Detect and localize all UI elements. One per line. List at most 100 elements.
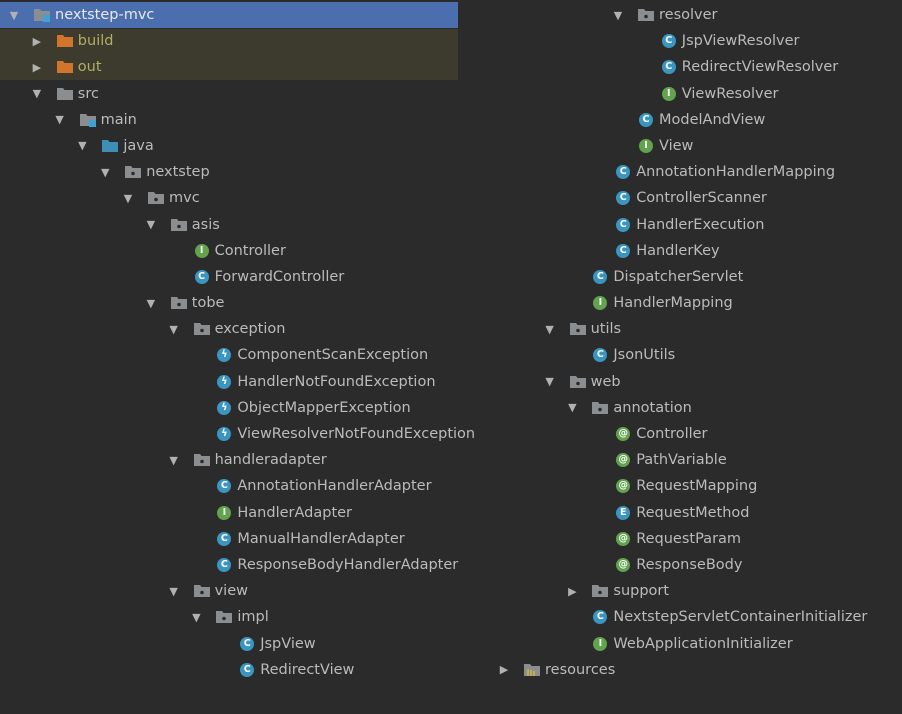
tree-node-requestmapping[interactable]: @ RequestMapping bbox=[490, 473, 902, 499]
tree-node-objectmapperexception[interactable]: ϟ ObjectMapperException bbox=[0, 395, 458, 421]
expand-arrow-icon[interactable]: ▼ bbox=[98, 159, 112, 185]
expand-arrow-icon[interactable]: ▼ bbox=[121, 185, 135, 211]
tree-node-viewresolver[interactable]: I ViewResolver bbox=[490, 81, 902, 107]
tree-node-requestparam[interactable]: @ RequestParam bbox=[490, 526, 902, 552]
tree-node-responsebodyhandleradapter[interactable]: C ResponseBodyHandlerAdapter bbox=[0, 552, 458, 578]
tree-node-exception[interactable]: ▼ exception bbox=[0, 316, 458, 342]
tree-node-viewresolvernotfoundexception[interactable]: ϟ ViewResolverNotFoundException bbox=[0, 421, 475, 447]
tree-node-src[interactable]: ▼ src bbox=[0, 81, 458, 107]
collapse-arrow-icon[interactable]: ▶ bbox=[565, 578, 579, 604]
tree-node-utils[interactable]: ▼ utils bbox=[490, 316, 902, 342]
expand-arrow-icon[interactable]: ▼ bbox=[167, 447, 181, 473]
tree-node-handlernotfoundexception[interactable]: ϟ HandlerNotFoundException bbox=[0, 369, 458, 395]
expand-arrow-icon[interactable]: ▼ bbox=[565, 395, 579, 421]
tree-node-handlerexecution[interactable]: C HandlerExecution bbox=[490, 212, 902, 238]
tree-node-tobe[interactable]: ▼ tobe bbox=[0, 290, 458, 316]
tree-node-label: resources bbox=[545, 661, 616, 678]
expand-arrow-icon[interactable]: ▼ bbox=[75, 133, 89, 159]
interface-icon: I bbox=[591, 294, 609, 312]
tree-node-view[interactable]: ▼ view bbox=[0, 578, 458, 604]
tree-node-pathvariable[interactable]: @ PathVariable bbox=[490, 447, 902, 473]
tree-node-redirectviewresolver[interactable]: C RedirectViewResolver bbox=[490, 54, 902, 80]
tree-node-jspview[interactable]: C JspView bbox=[0, 631, 458, 657]
expand-arrow-icon[interactable]: ▼ bbox=[144, 290, 158, 316]
tree-node-modelandview[interactable]: C ModelAndView bbox=[490, 107, 902, 133]
tree-node-label: WebApplicationInitializer bbox=[613, 635, 793, 652]
tree-node-handlermapping[interactable]: I HandlerMapping bbox=[490, 290, 902, 316]
tree-node-impl[interactable]: ▼ impl bbox=[0, 604, 458, 630]
tree-node-resolver[interactable]: ▼ resolver bbox=[490, 2, 902, 28]
tree-node-jspviewresolver[interactable]: C JspViewResolver bbox=[490, 28, 902, 54]
tree-node-support[interactable]: ▶ support bbox=[490, 578, 902, 604]
tree-node-annotationhandlermapping[interactable]: C AnnotationHandlerMapping bbox=[490, 159, 902, 185]
tree-node-label: NextstepServletContainerInitializer bbox=[613, 609, 868, 626]
tree-node-java[interactable]: ▼ java bbox=[0, 133, 458, 159]
tree-node-view[interactable]: I View bbox=[490, 133, 902, 159]
expand-arrow-icon[interactable]: ▼ bbox=[167, 316, 181, 342]
tree-node-nextstep-mvc[interactable]: ▼ nextstep-mvc bbox=[0, 2, 458, 28]
tree-node-responsebody[interactable]: @ ResponseBody bbox=[490, 552, 902, 578]
tree-node-nextstepservletcontainerinitializer[interactable]: C NextstepServletContainerInitializer bbox=[490, 604, 902, 630]
package-icon bbox=[193, 582, 211, 600]
package-icon bbox=[147, 189, 165, 207]
expand-arrow-icon[interactable]: ▼ bbox=[53, 107, 67, 133]
package-icon bbox=[569, 320, 587, 338]
tree-node-label: mvc bbox=[169, 190, 200, 207]
tree-node-redirectview[interactable]: C RedirectView bbox=[0, 657, 458, 683]
source-folder-icon bbox=[101, 137, 119, 155]
tree-node-controllerscanner[interactable]: C ControllerScanner bbox=[490, 185, 902, 211]
tree-node-annotationhandleradapter[interactable]: C AnnotationHandlerAdapter bbox=[0, 473, 458, 499]
tree-node-manualhandleradapter[interactable]: C ManualHandlerAdapter bbox=[0, 526, 458, 552]
project-tree-right: ▼ resolver C JspViewResolver C RedirectViewRe… bbox=[490, 2, 902, 683]
tree-node-label: handleradapter bbox=[214, 452, 327, 469]
annotation-icon: @ bbox=[614, 530, 632, 548]
tree-node-label: RedirectViewResolver bbox=[681, 59, 839, 76]
class-icon: C bbox=[614, 242, 632, 260]
tree-node-jsonutils[interactable]: C JsonUtils bbox=[490, 342, 902, 368]
annotation-icon: @ bbox=[614, 556, 632, 574]
tree-node-web[interactable]: ▼ web bbox=[490, 369, 902, 395]
tree-node-requestmethod[interactable]: E RequestMethod bbox=[490, 500, 902, 526]
tree-node-out[interactable]: ▶ out bbox=[0, 54, 458, 80]
tree-node-label: nextstep-mvc bbox=[55, 7, 155, 23]
tree-node-dispatcherservlet[interactable]: C DispatcherServlet bbox=[490, 264, 902, 290]
collapse-arrow-icon[interactable]: ▶ bbox=[497, 657, 511, 683]
exception-icon: ϟ bbox=[215, 425, 233, 443]
tree-node-forwardcontroller[interactable]: C ForwardController bbox=[0, 264, 458, 290]
tree-node-componentscanexception[interactable]: ϟ ComponentScanException bbox=[0, 342, 458, 368]
class-icon: C bbox=[660, 58, 678, 76]
expand-arrow-icon[interactable]: ▼ bbox=[30, 81, 44, 107]
tree-node-label: HandlerKey bbox=[636, 242, 720, 259]
expand-arrow-icon[interactable]: ▼ bbox=[144, 212, 158, 238]
tree-node-handleradapter[interactable]: ▼ handleradapter bbox=[0, 447, 458, 473]
tree-node-nextstep[interactable]: ▼ nextstep bbox=[0, 159, 458, 185]
tree-node-webapplicationinitializer[interactable]: I WebApplicationInitializer bbox=[490, 631, 902, 657]
collapse-arrow-icon[interactable]: ▶ bbox=[30, 54, 44, 80]
tree-node-build[interactable]: ▶ build bbox=[0, 28, 458, 54]
tree-node-mvc[interactable]: ▼ mvc bbox=[0, 185, 458, 211]
expand-arrow-icon[interactable]: ▼ bbox=[611, 2, 625, 28]
tree-node-label: build bbox=[77, 33, 114, 50]
tree-node-label: DispatcherServlet bbox=[613, 268, 744, 285]
expand-arrow-icon[interactable]: ▼ bbox=[7, 2, 21, 28]
tree-node-resources[interactable]: ▶ resources bbox=[490, 657, 902, 683]
tree-node-label: View bbox=[659, 137, 694, 154]
expand-arrow-icon[interactable]: ▼ bbox=[543, 316, 557, 342]
tree-node-label: Controller bbox=[636, 426, 708, 442]
expand-arrow-icon[interactable]: ▼ bbox=[543, 369, 557, 395]
annotation-icon: @ bbox=[614, 425, 632, 443]
tree-node-label: AnnotationHandlerMapping bbox=[636, 164, 836, 181]
class-icon: C bbox=[660, 32, 678, 50]
tree-node-asis[interactable]: ▼ asis bbox=[0, 212, 458, 238]
tree-node-handlerkey[interactable]: C HandlerKey bbox=[490, 238, 902, 264]
expand-arrow-icon[interactable]: ▼ bbox=[167, 578, 181, 604]
expand-arrow-icon[interactable]: ▼ bbox=[189, 604, 203, 630]
tree-node-handleradapter[interactable]: I HandlerAdapter bbox=[0, 500, 458, 526]
tree-node-controller[interactable]: I Controller bbox=[0, 238, 458, 264]
class-icon: C bbox=[591, 346, 609, 364]
tree-node-controller[interactable]: @ Controller bbox=[490, 421, 902, 447]
tree-node-annotation[interactable]: ▼ annotation bbox=[490, 395, 902, 421]
tree-node-main[interactable]: ▼ main bbox=[0, 107, 458, 133]
collapse-arrow-icon[interactable]: ▶ bbox=[30, 28, 44, 54]
tree-node-label: HandlerNotFoundException bbox=[237, 373, 436, 390]
